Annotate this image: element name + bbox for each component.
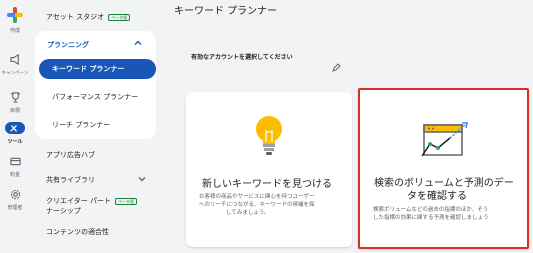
chart-trend-icon [421, 122, 468, 157]
rail-billing[interactable]: 料金 [0, 152, 30, 179]
beta-badge: ベータ版 [114, 197, 137, 205]
sidebar-item-shared-library[interactable]: 共有ライブラリ [46, 175, 95, 185]
discover-card-desc-2: へのリーチにつながる、キーワードの候補を探 [199, 202, 315, 208]
sidebar-item-asset-studio[interactable]: アセット スタジオ ベータ版 [46, 12, 131, 22]
discover-card-desc-3: してみましょう。 [226, 210, 270, 216]
forecast-card-desc-1: 検索ボリュームなどの過去の指標のほか、そう [373, 207, 489, 213]
left-nav-rail: 作成 キャンペーン 目標 ツール 料金 管理者 [0, 0, 30, 253]
tools-icon [5, 122, 25, 134]
gear-icon [10, 189, 20, 200]
sidebar-item-reach-planner[interactable]: リーチ プランナー [52, 120, 110, 130]
discover-keywords-card[interactable]: 新しいキーワードを見つける お客様の商品やサービスに関心を持つユーザー へのリー… [186, 92, 352, 247]
discover-card-title: 新しいキーワードを見つける [202, 179, 332, 190]
lightbulb-icon [256, 116, 282, 155]
planning-section: プランニング キーワード プランナー パフォーマンス プランナー リーチ プラン… [35, 31, 156, 139]
tools-sidebar: アセット スタジオ ベータ版 プランニング キーワード プランナー パフォーマンス… [30, 0, 156, 253]
rail-campaign-label: キャンペーン [1, 71, 29, 76]
rail-create-label: 作成 [9, 28, 20, 34]
chevron-down-icon[interactable] [138, 175, 146, 183]
creator-partnership-label-2: ナーシップ [46, 207, 81, 215]
forecast-card-title-2: タを確認する [407, 191, 467, 202]
rail-goals-label: 目標 [9, 108, 20, 114]
asset-studio-label: アセット スタジオ [46, 13, 105, 21]
forecast-card-title-1: 検索のボリュームと予測のデー [374, 178, 514, 189]
account-select-label: 有効なアカウントを選択してください [191, 54, 293, 61]
creator-partnership-label-1: クリエイター パート [46, 197, 111, 205]
trophy-icon [10, 92, 20, 103]
megaphone-icon [9, 54, 19, 65]
sidebar-item-keyword-planner[interactable]: キーワード プランナー [39, 59, 156, 79]
discover-card-desc-1: お客様の商品やサービスに関心を持つユーザー [199, 194, 315, 200]
sidebar-item-creator-partnership[interactable]: クリエイター パート ベータ版 ナーシップ [46, 196, 137, 216]
pencil-edit-icon[interactable] [331, 63, 341, 73]
rail-tools[interactable]: ツール [0, 119, 30, 146]
credit-card-icon [9, 157, 21, 166]
sidebar-item-app-ad-hub[interactable]: アプリ広告ハブ [46, 150, 95, 160]
rail-billing-label: 料金 [9, 172, 20, 178]
rail-campaign[interactable]: キャンペーン [0, 50, 30, 77]
rail-goals[interactable]: 目標 [0, 88, 30, 115]
chevron-up-icon[interactable] [134, 39, 142, 47]
forecast-card-desc-2: した指標の効果に関する予測を確認しましょう [373, 215, 489, 221]
sidebar-item-performance-planner[interactable]: パフォーマンス プランナー [52, 92, 138, 102]
sidebar-item-content-suitability[interactable]: コンテンツの適合性 [46, 227, 109, 237]
planning-heading[interactable]: プランニング [47, 40, 89, 50]
rail-admin-label: 管理者 [7, 205, 23, 211]
page-title: キーワード プランナー [174, 6, 278, 17]
beta-badge: ベータ版 [108, 13, 131, 21]
rail-admin[interactable]: 管理者 [0, 185, 30, 212]
rail-tools-label: ツール [7, 139, 23, 145]
create-plus-icon [7, 7, 23, 23]
rail-create[interactable]: 作成 [0, 7, 30, 35]
forecast-card[interactable]: 検索のボリュームと予測のデー タを確認する 検索ボリュームなどの過去の指標のほか… [358, 88, 529, 249]
